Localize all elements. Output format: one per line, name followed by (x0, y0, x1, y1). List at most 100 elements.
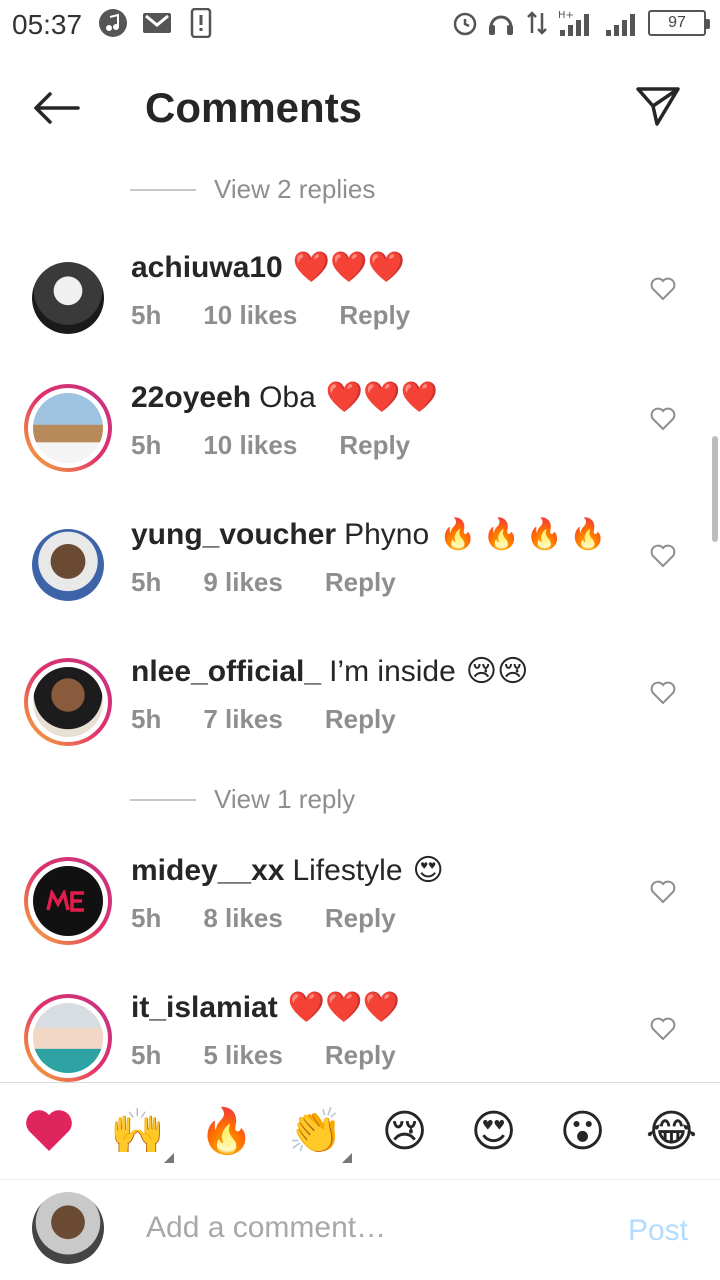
divider (130, 798, 196, 801)
heart-outline-icon (650, 880, 676, 904)
emoji-laughing-button[interactable]: 😂 (642, 1101, 702, 1161)
heart-eyes-icon: 😍 (470, 1106, 517, 1156)
emoji-heart-eyes-button[interactable]: 😍 (464, 1101, 524, 1161)
heart-outline-icon (650, 277, 676, 301)
svg-text:H+: H+ (558, 10, 574, 21)
status-time: 05:37 (12, 9, 83, 40)
tears-of-joy-icon: 😂 (645, 1106, 698, 1156)
avatar[interactable] (24, 994, 112, 1082)
emoji-fire-button[interactable]: 🔥 (197, 1101, 257, 1161)
reply-button[interactable]: Reply (325, 1040, 396, 1071)
comment-username[interactable]: midey__xx (131, 854, 284, 888)
reply-button[interactable]: Reply (325, 704, 396, 735)
heart-outline-icon (650, 407, 676, 431)
comment-row: achiuwa10 ❤️❤️❤️ 5h 10 likes Reply (0, 250, 720, 380)
divider (130, 188, 196, 191)
emoji-clap-button[interactable]: 👏 (286, 1101, 352, 1163)
reply-button[interactable]: Reply (325, 903, 396, 934)
emoji-raising-hands-button[interactable]: 🙌 (108, 1101, 174, 1163)
heart-outline-icon (650, 1017, 676, 1041)
like-button[interactable] (648, 678, 678, 708)
comment-username[interactable]: nlee_official_ (131, 655, 321, 689)
heart-outline-icon (650, 544, 676, 568)
emoji-heart-button[interactable] (19, 1101, 79, 1161)
emoji-crying-button[interactable]: 😢 (375, 1101, 435, 1161)
header: Comments (0, 62, 720, 152)
scrollbar-thumb[interactable] (712, 436, 718, 542)
comment-composer: Post (0, 1192, 720, 1270)
comment-username[interactable]: achiuwa10 (131, 251, 283, 285)
heart-icon (25, 1110, 72, 1151)
comment-time: 5h (131, 430, 162, 460)
avatar[interactable] (24, 857, 112, 945)
clapping-hands-icon: 👏 (288, 1107, 343, 1156)
view-replies-link[interactable]: View 1 reply (130, 784, 355, 815)
comment-likes[interactable]: 5 likes (203, 1040, 283, 1071)
alarm-icon (450, 8, 480, 38)
comment-row: yung_voucher Phyno 🔥🔥🔥🔥 5h 9 likes Reply (0, 517, 720, 647)
reply-button[interactable]: Reply (325, 567, 396, 598)
emoji-surprised-button[interactable]: 😮 (553, 1101, 613, 1161)
avatar[interactable] (24, 254, 112, 342)
gmail-icon (142, 8, 172, 38)
reply-button[interactable]: Reply (339, 300, 410, 331)
signal-h-plus-icon: H+ (558, 8, 598, 38)
view-replies-link[interactable]: View 2 replies (130, 174, 375, 205)
my-avatar (32, 1192, 104, 1264)
comment-likes[interactable]: 7 likes (203, 704, 283, 735)
like-button[interactable] (648, 877, 678, 907)
avatar[interactable] (24, 384, 112, 472)
comment-likes[interactable]: 10 likes (203, 300, 297, 331)
comment-row: nlee_official_ I’m inside 😢😢 5h 7 likes R… (0, 654, 720, 784)
like-button[interactable] (648, 274, 678, 304)
comment-time: 5h (131, 300, 162, 330)
view-replies-label: View 1 reply (214, 784, 356, 814)
comment-emoji: 😢😢 (465, 655, 529, 688)
comment-row: midey__xx Lifestyle 😍 5h 8 likes Reply (0, 853, 720, 983)
comment-input[interactable] (146, 1206, 586, 1250)
share-button[interactable] (632, 80, 684, 132)
back-button[interactable] (28, 84, 84, 132)
like-button[interactable] (648, 541, 678, 571)
post-button[interactable]: Post (628, 1214, 688, 1248)
comment-text: I’m inside 😢😢 (329, 654, 529, 689)
signal-icon (604, 8, 642, 38)
comment-likes[interactable]: 10 likes (203, 430, 297, 461)
comment-username[interactable]: yung_voucher (131, 518, 336, 552)
headphones-icon (486, 8, 516, 38)
reply-button[interactable]: Reply (339, 430, 410, 461)
view-replies-label: View 2 replies (214, 174, 376, 204)
crying-face-icon: 😢 (381, 1106, 428, 1156)
comment-username[interactable]: it_islamiat (131, 991, 278, 1025)
arrow-left-icon (34, 92, 80, 124)
music-icon (98, 8, 128, 38)
comment-text: ❤️❤️❤️ (286, 990, 400, 1025)
comment-time: 5h (131, 903, 162, 933)
comment-emoji: 😍 (412, 854, 444, 887)
comment-emoji: 🔥🔥🔥🔥 (439, 518, 613, 551)
paper-plane-icon (636, 87, 680, 126)
comment-text: Lifestyle 😍 (292, 853, 444, 888)
like-button[interactable] (648, 404, 678, 434)
comment-time: 5h (131, 1040, 162, 1070)
fire-icon: 🔥 (199, 1107, 254, 1156)
data-transfer-icon (522, 8, 552, 38)
comment-likes[interactable]: 8 likes (203, 903, 283, 934)
battery-indicator: 97 (648, 10, 710, 36)
page-title: Comments (145, 84, 363, 131)
comment-username[interactable]: 22oyeeh (131, 381, 251, 415)
logo-icon (46, 890, 84, 912)
comment-emoji: ❤️❤️❤️ (287, 991, 400, 1024)
heart-outline-icon (650, 681, 676, 705)
like-button[interactable] (648, 1014, 678, 1044)
comment-time: 5h (131, 567, 162, 597)
comment-text: Oba ❤️❤️❤️ (259, 380, 438, 415)
comment-text: ❤️❤️❤️ (291, 250, 405, 285)
comment-likes[interactable]: 9 likes (203, 567, 283, 598)
raising-hands-icon: 🙌 (110, 1107, 165, 1156)
avatar[interactable] (24, 658, 112, 746)
surprised-face-icon: 😮 (559, 1106, 606, 1156)
comment-emoji: ❤️❤️❤️ (325, 381, 438, 414)
comment-text: Phyno 🔥🔥🔥🔥 (344, 517, 613, 552)
avatar[interactable] (24, 521, 112, 609)
